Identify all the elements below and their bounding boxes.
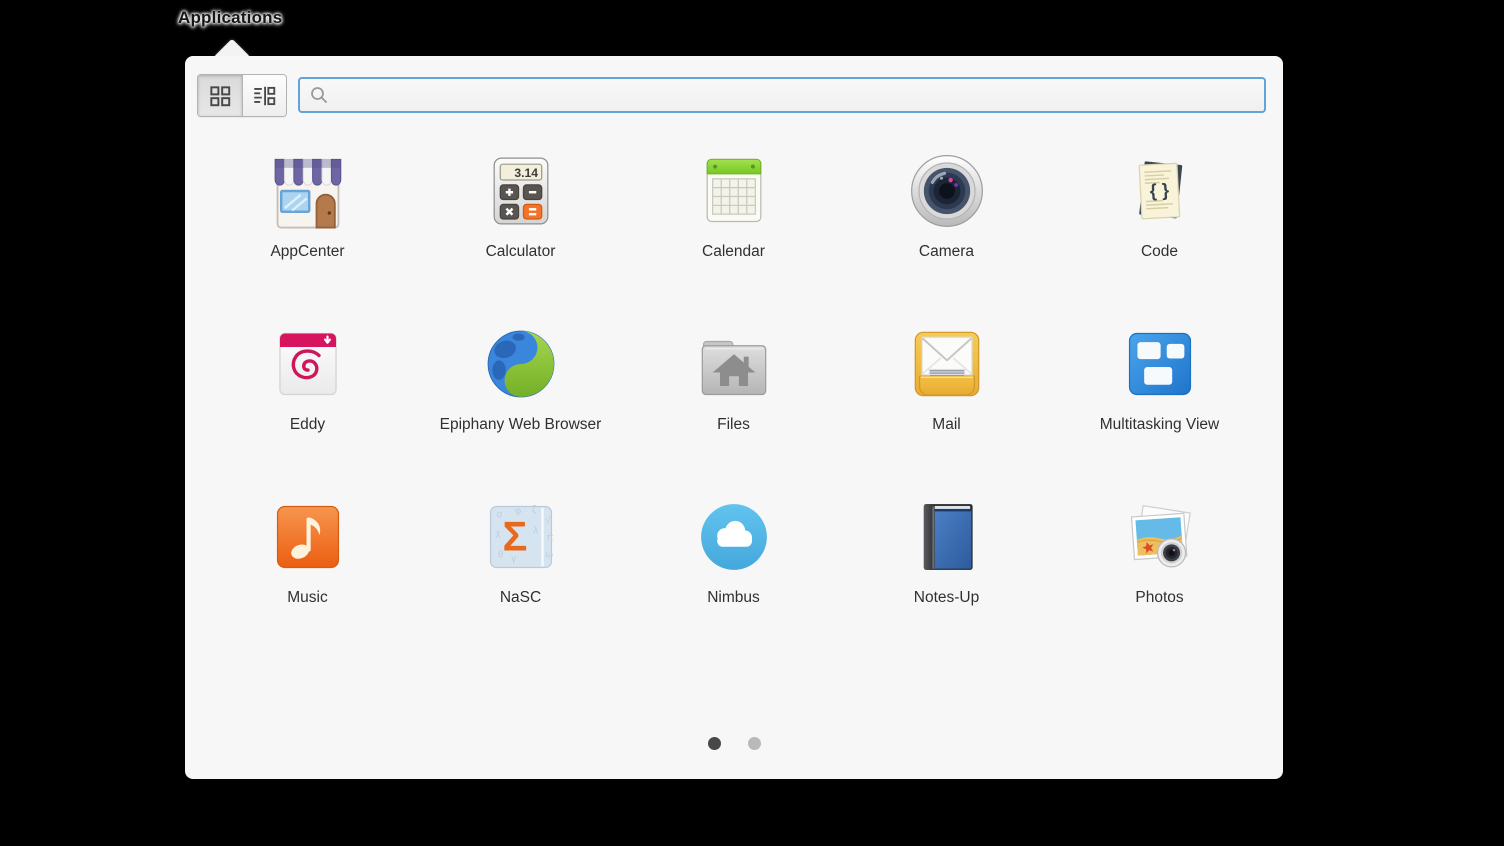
- multitasking-view-icon: [1121, 325, 1199, 403]
- eddy-icon: [269, 325, 347, 403]
- app-label: Music: [287, 589, 327, 607]
- app-item-files[interactable]: Files: [627, 321, 840, 494]
- category-view-icon: [251, 83, 277, 109]
- app-item-notes-up[interactable]: Notes-Up: [840, 494, 1053, 667]
- app-label: NaSC: [500, 589, 541, 607]
- svg-text:3.14: 3.14: [514, 166, 538, 180]
- app-item-code[interactable]: { } Code: [1053, 148, 1266, 321]
- files-folder-icon: [695, 325, 773, 403]
- grid-view-button[interactable]: [198, 75, 242, 116]
- calendar-icon: [695, 152, 773, 230]
- page-dot-1[interactable]: [708, 737, 721, 750]
- appcenter-icon: [269, 152, 347, 230]
- svg-text:ω: ω: [545, 550, 553, 561]
- app-label: Mail: [932, 416, 960, 434]
- app-label: Epiphany Web Browser: [440, 416, 602, 434]
- applications-panel-button[interactable]: Applications: [178, 8, 282, 28]
- mail-icon: [908, 325, 986, 403]
- svg-text:ζ: ζ: [531, 505, 536, 516]
- code-icon: { }: [1121, 152, 1199, 230]
- app-item-multitasking-view[interactable]: Multitasking View: [1053, 321, 1266, 494]
- view-mode-switcher: [197, 74, 287, 117]
- app-item-mail[interactable]: Mail: [840, 321, 1053, 494]
- svg-text:χ: χ: [495, 528, 500, 539]
- app-item-epiphany[interactable]: Epiphany Web Browser: [414, 321, 627, 494]
- page-dot-2[interactable]: [748, 737, 761, 750]
- app-label: AppCenter: [270, 243, 344, 261]
- nasc-sigma-icon: α φ ζ χ λ √ π θ γ ω Σ: [482, 498, 560, 576]
- svg-text:{ }: { }: [1149, 179, 1169, 201]
- app-label: Calendar: [702, 243, 765, 261]
- app-label: Notes-Up: [914, 589, 979, 607]
- notes-up-book-icon: [908, 498, 986, 576]
- svg-text:Σ: Σ: [502, 512, 527, 559]
- app-grid: AppCenter 3.14: [201, 148, 1266, 667]
- app-item-calculator[interactable]: 3.14 Calculator: [414, 148, 627, 321]
- svg-text:π: π: [546, 533, 553, 544]
- app-label: Camera: [919, 243, 974, 261]
- search-input[interactable]: [298, 77, 1266, 113]
- grid-view-icon: [207, 83, 233, 109]
- app-label: Nimbus: [707, 589, 760, 607]
- app-item-calendar[interactable]: Calendar: [627, 148, 840, 321]
- app-item-photos[interactable]: Photos: [1053, 494, 1266, 667]
- music-note-icon: [269, 498, 347, 576]
- epiphany-globe-icon: [482, 325, 560, 403]
- camera-icon: [908, 152, 986, 230]
- app-label: Calculator: [486, 243, 556, 261]
- app-label: Multitasking View: [1100, 416, 1219, 434]
- page-indicator: [185, 737, 1283, 750]
- category-view-button[interactable]: [242, 75, 287, 116]
- search-field: [298, 77, 1266, 113]
- app-label: Code: [1141, 243, 1178, 261]
- calculator-icon: 3.14: [482, 152, 560, 230]
- app-item-eddy[interactable]: Eddy: [201, 321, 414, 494]
- app-label: Photos: [1135, 589, 1183, 607]
- app-launcher-popover: AppCenter 3.14: [185, 56, 1283, 779]
- photos-icon: [1121, 498, 1199, 576]
- app-label: Files: [717, 416, 750, 434]
- svg-text:√: √: [545, 516, 551, 527]
- app-item-appcenter[interactable]: AppCenter: [201, 148, 414, 321]
- svg-text:λ: λ: [533, 525, 538, 536]
- app-item-music[interactable]: Music: [201, 494, 414, 667]
- app-item-camera[interactable]: Camera: [840, 148, 1053, 321]
- app-item-nimbus[interactable]: Nimbus: [627, 494, 840, 667]
- nimbus-cloud-icon: [695, 498, 773, 576]
- app-label: Eddy: [290, 416, 325, 434]
- app-item-nasc[interactable]: α φ ζ χ λ √ π θ γ ω Σ NaSC: [414, 494, 627, 667]
